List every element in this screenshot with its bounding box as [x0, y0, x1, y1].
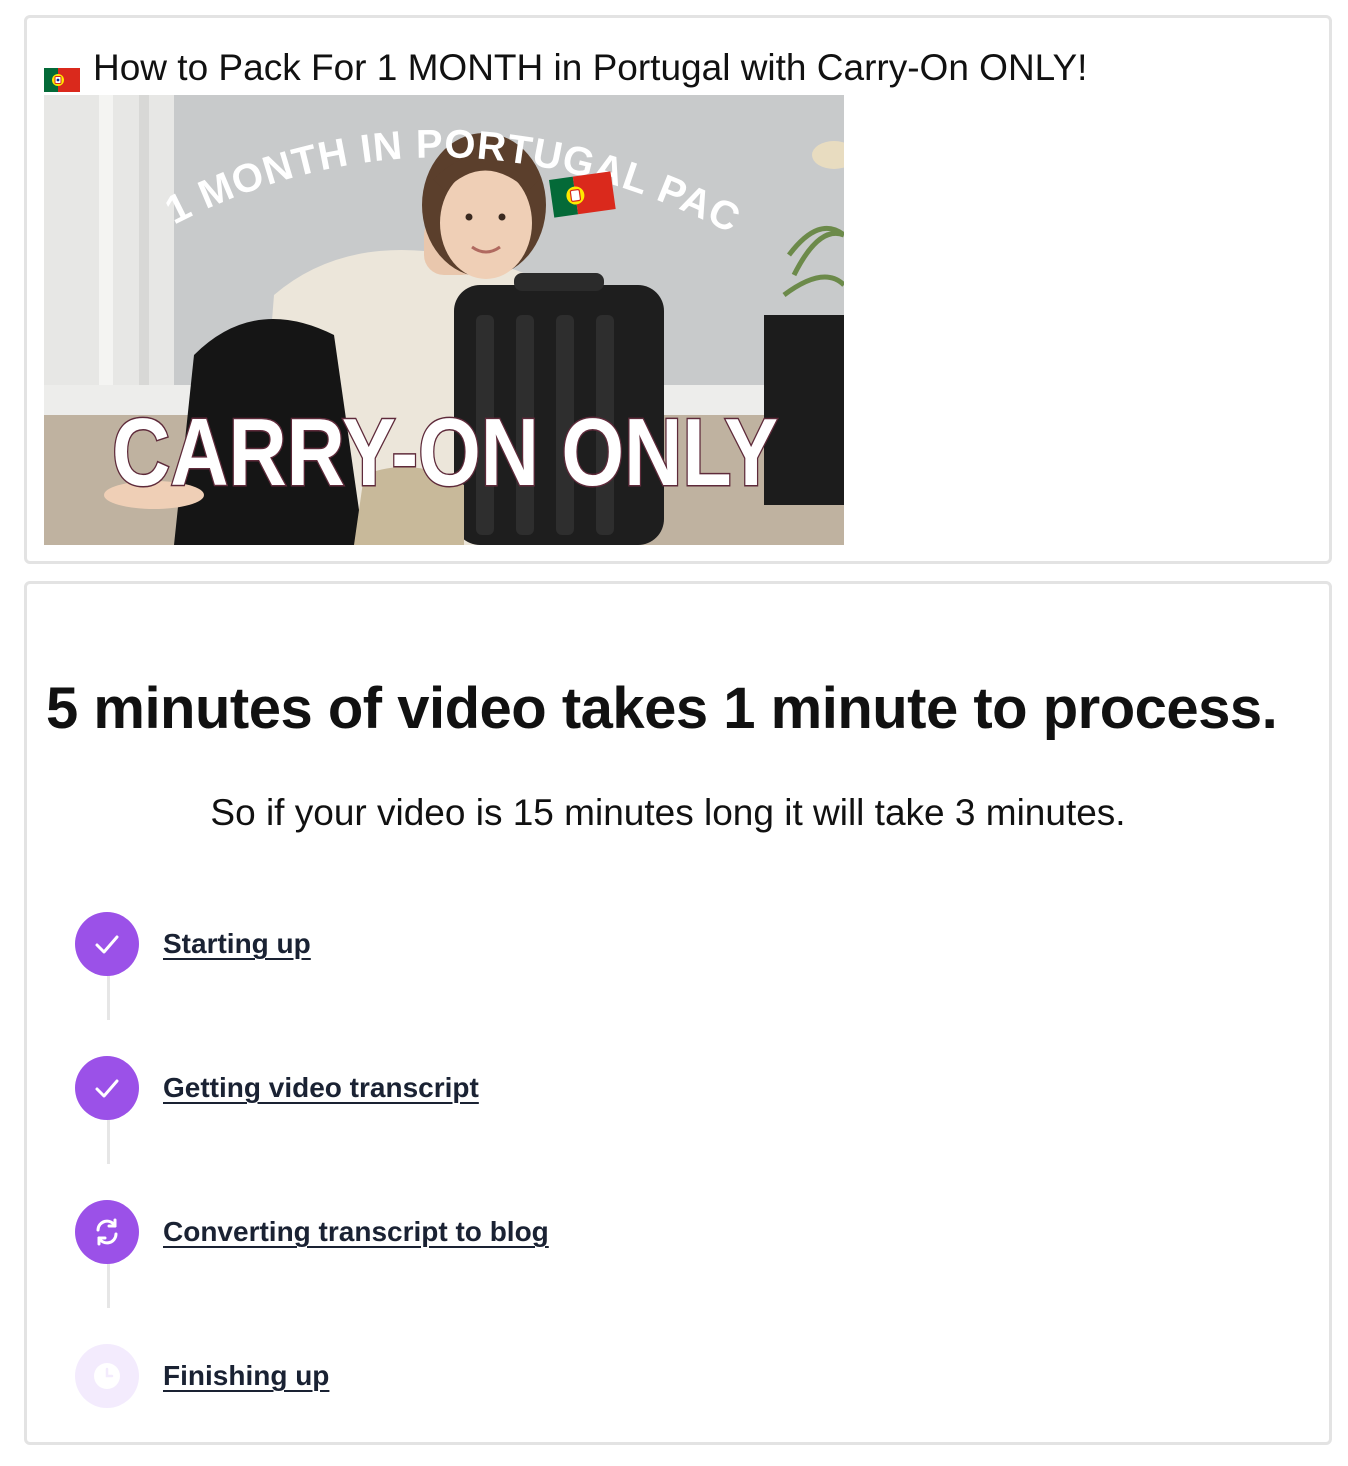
check-icon	[75, 912, 139, 976]
refresh-icon	[75, 1200, 139, 1264]
video-title: How to Pack For 1 MONTH in Portugal with…	[44, 44, 1087, 92]
progress-steps: Starting up Getting video transcript Con…	[27, 584, 1329, 1442]
step-label-starting-up[interactable]: Starting up	[163, 928, 311, 960]
step-getting-transcript: Getting video transcript	[75, 1055, 479, 1121]
step-label-getting-transcript[interactable]: Getting video transcript	[163, 1072, 479, 1104]
step-finishing-up: Finishing up	[75, 1343, 329, 1409]
thumbnail-main-text: CARRY-ON ONLY	[112, 399, 778, 506]
video-card: How to Pack For 1 MONTH in Portugal with…	[24, 15, 1332, 564]
progress-card: 5 minutes of video takes 1 minute to pro…	[24, 581, 1332, 1445]
video-title-text: How to Pack For 1 MONTH in Portugal with…	[93, 47, 1088, 88]
portugal-flag-icon	[44, 56, 80, 92]
step-label-converting-transcript[interactable]: Converting transcript to blog	[163, 1216, 549, 1248]
step-starting-up: Starting up	[75, 911, 311, 977]
step-converting-transcript: Converting transcript to blog	[75, 1199, 549, 1265]
clock-icon	[75, 1344, 139, 1408]
video-thumbnail[interactable]: 1 MONTH IN PORTUGAL PACKING CARRY-ON ONL…	[44, 95, 844, 545]
step-label-finishing-up[interactable]: Finishing up	[163, 1360, 329, 1392]
check-icon	[75, 1056, 139, 1120]
